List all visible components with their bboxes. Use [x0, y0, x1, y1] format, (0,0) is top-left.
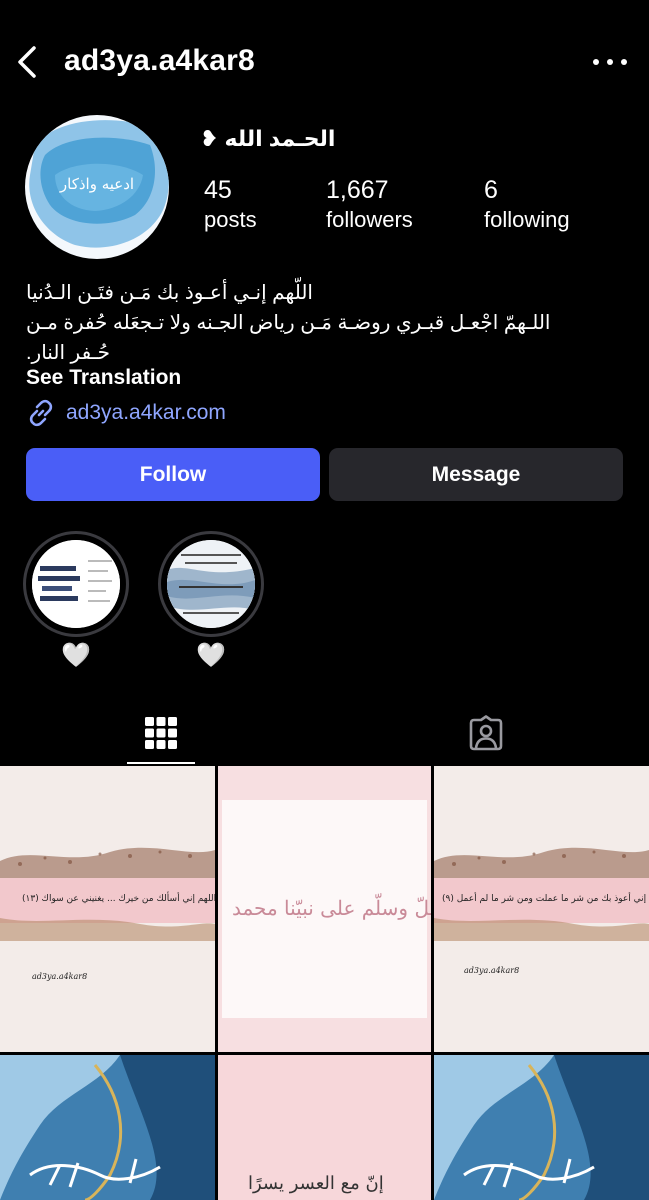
post-thumbnail[interactable]: اللهم إني أسألك من خيرك ... يغنيني عن سو… — [0, 766, 215, 1052]
post-text: إنّ مع العسر يسرًا — [248, 1173, 384, 1194]
posts-count[interactable]: 45 posts — [204, 176, 257, 233]
grid-icon — [145, 717, 177, 749]
avatar-text: ادعيه واذكار — [59, 175, 134, 193]
story-highlight[interactable]: 🤍 — [23, 531, 129, 671]
followers-label: followers — [326, 207, 413, 232]
highlight-cover — [167, 540, 255, 628]
see-translation-link[interactable]: See Translation — [26, 366, 181, 390]
profile-tabs — [0, 700, 649, 766]
profile-bio: اللّهم إنـي أعـوذ بك مَـن فتَـن الـدُنيا… — [26, 278, 626, 368]
highlight-label: 🤍 — [196, 642, 226, 669]
tab-posts-grid[interactable] — [127, 700, 195, 766]
chevron-left-icon — [18, 46, 36, 78]
followers-value: 1,667 — [326, 176, 389, 204]
posts-value: 45 — [204, 176, 232, 204]
post-text: اللّهُمّ صلّ وسلّم على نبيّنا محمد — [232, 896, 431, 920]
message-button[interactable]: Message — [329, 448, 623, 501]
bio-line-3: حُـفر النار. — [26, 342, 110, 364]
following-label: following — [484, 207, 570, 232]
website-link-text: ad3ya.a4kar.com — [66, 401, 226, 424]
profile-header: ad3ya.a4kar8 — [0, 0, 649, 125]
highlight-ring — [23, 531, 129, 637]
highlight-cover — [32, 540, 120, 628]
post-signature: ad3ya.a4kar8 — [464, 966, 520, 975]
highlight-label: 🤍 — [61, 642, 91, 669]
post-thumbnail[interactable]: اللهم إني أعوذ بك من شر ما عملت ومن شر م… — [434, 766, 649, 1052]
tab-tagged[interactable] — [452, 700, 520, 766]
tagged-person-icon — [469, 715, 503, 751]
post-caption: اللهم إني أعوذ بك من شر ما عملت ومن شر م… — [442, 894, 649, 904]
post-caption: اللهم إني أسألك من خيرك ... يغنيني عن سو… — [22, 894, 215, 904]
post-thumbnail[interactable] — [0, 1055, 215, 1200]
post-thumbnail[interactable]: إنّ مع العسر يسرًا — [218, 1055, 431, 1200]
followers-count[interactable]: 1,667 followers — [326, 176, 413, 233]
avatar[interactable]: ادعيه واذكار — [25, 115, 169, 259]
website-link[interactable]: ad3ya.a4kar.com — [26, 398, 226, 428]
display-name: الحـمد الله ❥ — [200, 126, 336, 151]
post-thumbnail[interactable] — [434, 1055, 649, 1200]
bio-line-2: اللـهمّ اجْعـل قبـري روضـة مَـن رياض الج… — [26, 312, 551, 334]
more-options-icon[interactable] — [593, 54, 627, 70]
profile-username: ad3ya.a4kar8 — [64, 44, 255, 77]
posts-label: posts — [204, 207, 257, 232]
following-value: 6 — [484, 176, 498, 204]
post-signature: ad3ya.a4kar8 — [32, 972, 88, 981]
story-highlight[interactable]: 🤍 — [158, 531, 264, 671]
posts-grid: اللهم إني أسألك من خيرك ... يغنيني عن سو… — [0, 766, 649, 1200]
highlight-ring — [158, 531, 264, 637]
follow-button[interactable]: Follow — [26, 448, 320, 501]
post-thumbnail[interactable]: اللّهُمّ صلّ وسلّم على نبيّنا محمد — [218, 766, 431, 1052]
bio-line-1: اللّهم إنـي أعـوذ بك مَـن فتَـن الـدُنيا — [26, 282, 313, 304]
link-icon — [29, 399, 53, 427]
following-count[interactable]: 6 following — [484, 176, 570, 233]
back-button[interactable] — [10, 42, 44, 82]
